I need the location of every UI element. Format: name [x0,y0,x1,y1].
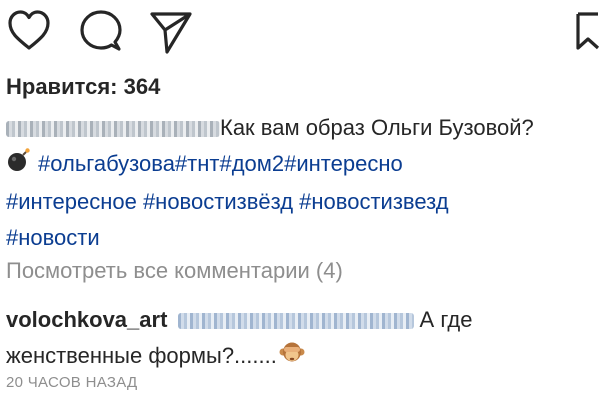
comment-item: volochkova_art А где женственные формы?.… [6,302,596,375]
hashtags[interactable]: #интересное #новостизвёзд #новостизвезд [6,184,596,220]
comment-username[interactable]: volochkova_art [6,307,167,332]
hashtags[interactable]: #новости [6,220,596,256]
caption-first-line: Как вам образ Ольги Бузовой? [6,110,596,146]
blurred-mention[interactable] [177,313,414,330]
bookmark-icon[interactable] [572,8,600,54]
hashtags[interactable]: #ольгабузова#тнт#дом2#интересно [38,151,403,176]
comment-icon[interactable] [78,8,124,54]
blurred-username[interactable] [6,121,220,138]
post-action-bar [0,8,600,58]
share-icon[interactable] [148,8,194,54]
heart-icon[interactable] [6,8,52,54]
comment-first-line: volochkova_art А где [6,302,596,338]
comment-second-line: женственные формы?....... [6,338,596,375]
bomb-icon [6,147,32,184]
see-no-evil-monkey-icon [279,339,305,375]
caption-hashtags-line: #ольгабузова#тнт#дом2#интересно [6,146,596,184]
comment-text: женственные формы?....... [6,343,277,368]
post-timestamp: 20 ЧАСОВ НАЗАД [6,374,138,391]
view-all-comments-link[interactable]: Посмотреть все комментарии (4) [6,258,343,284]
comment-text: А где [419,307,473,332]
post-caption: Как вам образ Ольги Бузовой? #ольгабузов… [6,110,596,256]
likes-count[interactable]: Нравится: 364 [6,74,160,100]
caption-text: Как вам образ Ольги Бузовой? [220,115,534,140]
